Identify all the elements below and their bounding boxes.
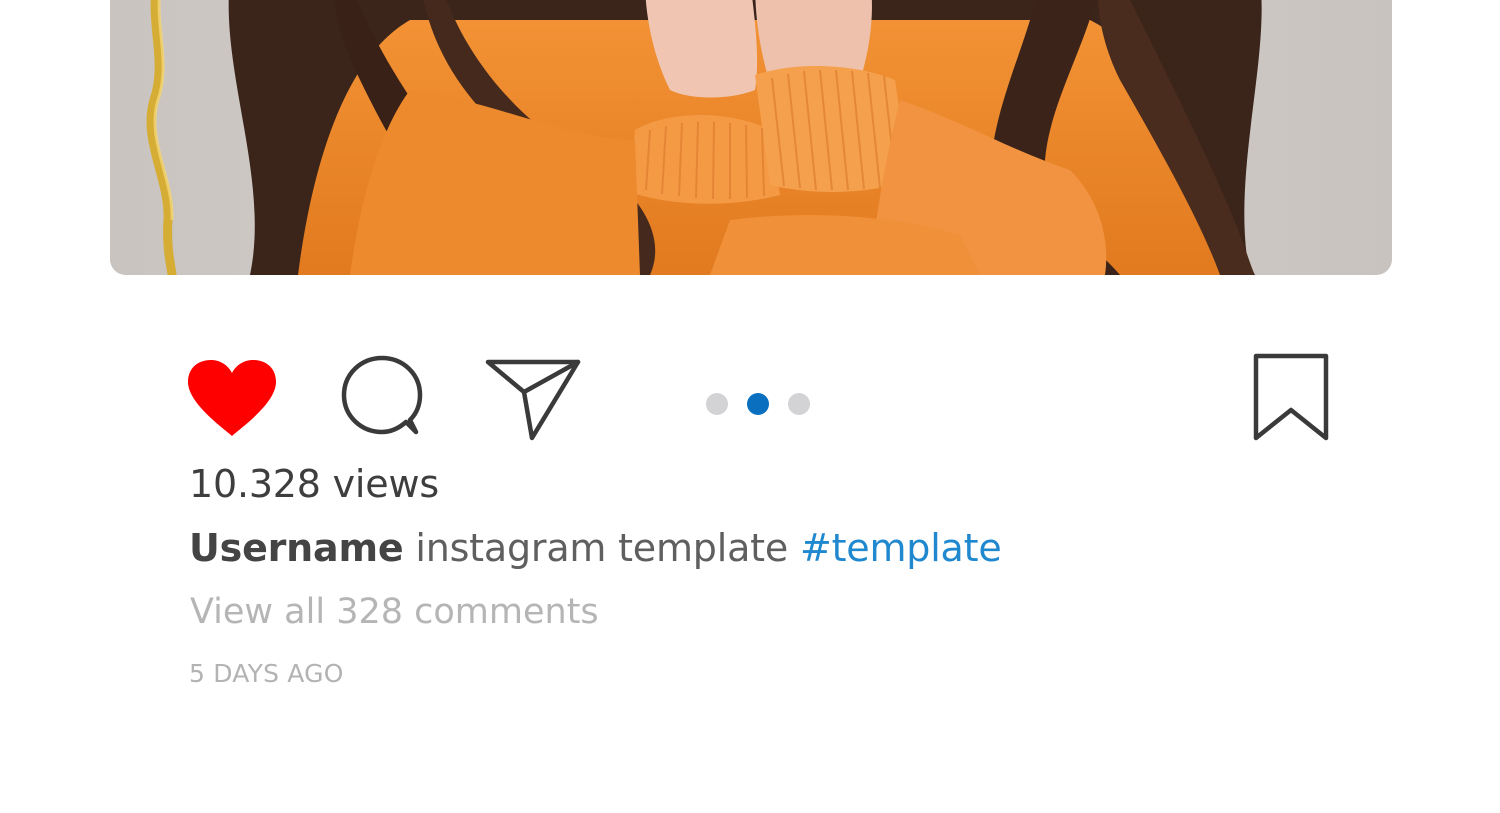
speech-bubble-icon [341,355,423,435]
post-photo[interactable] [110,0,1392,275]
post-caption: Username instagram template #template [189,526,1002,570]
carousel-dot-active [747,393,769,415]
heart-filled-icon [188,360,276,436]
view-all-comments-link[interactable]: View all 328 comments [190,592,599,632]
paper-plane-icon [485,359,581,441]
post-timestamp: 5 DAYS AGO [189,659,344,688]
carousel-indicator [706,393,810,415]
like-button[interactable] [186,358,278,438]
bookmark-icon [1253,353,1329,441]
caption-hashtag[interactable]: #template [800,526,1002,570]
carousel-dot [706,393,728,415]
view-count: 10.328 views [189,462,439,506]
post-photo-image [110,0,1392,275]
caption-username[interactable]: Username [189,526,404,570]
comment-button[interactable] [340,354,424,438]
instagram-post: 10.328 views Username instagram template… [0,0,1500,813]
caption-text: instagram template [415,526,789,570]
share-button[interactable] [484,356,582,442]
carousel-dot [788,393,810,415]
save-button[interactable] [1250,352,1332,444]
